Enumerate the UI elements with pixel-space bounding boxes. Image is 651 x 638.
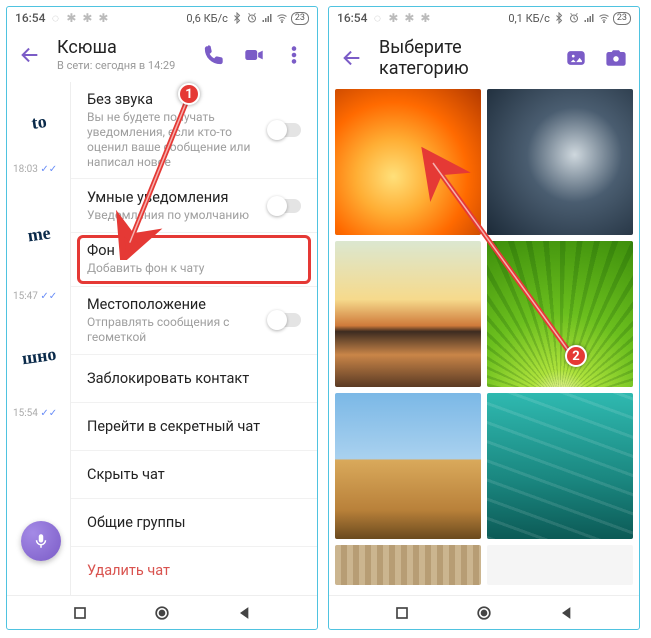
setting-common-groups[interactable]: Общие группы (71, 499, 317, 547)
mic-button[interactable] (21, 521, 61, 561)
bluetooth-icon (553, 12, 565, 24)
bluetooth-icon (231, 12, 243, 24)
android-nav (7, 595, 317, 629)
bg-option-wood[interactable] (335, 545, 481, 585)
bg-option-plain[interactable] (487, 545, 633, 585)
setting-block[interactable]: Заблокировать контакт (71, 355, 317, 403)
back-icon[interactable] (17, 42, 43, 68)
nav-recent-icon[interactable] (70, 603, 90, 623)
aperture-icon: ✱ (97, 12, 109, 24)
sticker: шно (7, 302, 71, 410)
aperture-icon: ✱ (387, 12, 399, 24)
status-dot-icon: ◌ (49, 12, 61, 24)
alarm-icon (568, 12, 580, 24)
clock: 16:54 (15, 11, 45, 25)
wifi-icon (598, 12, 610, 24)
category-header: Выберите категорию (329, 29, 639, 89)
setting-background[interactable]: Фон Добавить фон к чату (71, 233, 317, 287)
toggle[interactable] (269, 199, 301, 213)
setting-secret-chat[interactable]: Перейти в секретный чат (71, 403, 317, 451)
chat-header: Ксюша В сети: сегодня в 14:29 (7, 29, 317, 82)
chat-peek-column: to 18:03 ✓✓ me 15:47 ✓✓ шно 15:54 ✓✓ (7, 82, 71, 595)
video-call-icon[interactable] (241, 42, 267, 68)
setting-delete-chat[interactable]: Удалить чат (71, 547, 317, 595)
last-seen: В сети: сегодня в 14:29 (57, 59, 187, 72)
setting-smart-notifications[interactable]: Умные уведомления Уведомления по умолчан… (71, 179, 317, 233)
call-icon[interactable] (201, 42, 227, 68)
alarm-icon (246, 12, 258, 24)
aperture-icon: ✱ (419, 12, 431, 24)
more-icon[interactable] (281, 42, 307, 68)
phone-right: 16:54 ◌ ✱ ✱ ✱ 0,1 КБ/с 23 Выберите катег… (328, 6, 640, 630)
nav-home-icon[interactable] (474, 603, 494, 623)
page-title: Выберите категорию (379, 37, 549, 79)
clock: 16:54 (337, 11, 367, 25)
bg-option-sunset[interactable] (335, 241, 481, 387)
nav-recent-icon[interactable] (392, 603, 412, 623)
status-dot-icon: ◌ (371, 12, 383, 24)
toggle[interactable] (269, 313, 301, 327)
bg-option-storm[interactable] (487, 89, 633, 235)
android-nav (329, 595, 639, 629)
setting-hide-chat[interactable]: Скрыть чат (71, 451, 317, 499)
battery-icon: 23 (613, 12, 631, 25)
wifi-icon (276, 12, 288, 24)
gallery-icon[interactable] (563, 45, 589, 71)
sticker: me (7, 175, 71, 293)
aperture-icon: ✱ (403, 12, 415, 24)
signal-icon (583, 12, 595, 24)
nav-back-icon[interactable] (235, 603, 255, 623)
back-icon[interactable] (339, 45, 365, 71)
setting-location[interactable]: Местоположение Отправлять сообщения с ге… (71, 287, 317, 355)
bg-option-leaf[interactable] (487, 241, 633, 387)
contact-name: Ксюша (57, 37, 187, 58)
background-grid (329, 89, 639, 585)
settings-panel: Без звука Вы не будете получать уведомле… (71, 82, 317, 595)
sticker: to (7, 82, 71, 166)
bg-option-sea[interactable] (487, 393, 633, 539)
nav-home-icon[interactable] (152, 603, 172, 623)
bg-option-dune[interactable] (335, 393, 481, 539)
aperture-icon: ✱ (65, 12, 77, 24)
status-bar: 16:54 ◌ ✱ ✱ ✱ 0,1 КБ/с 23 (329, 7, 639, 29)
camera-icon[interactable] (603, 45, 629, 71)
battery-icon: 23 (291, 12, 309, 25)
phone-left: 16:54 ◌ ✱ ✱ ✱ 0,6 КБ/с 23 (6, 6, 318, 630)
net-speed: 0,1 КБ/с (508, 12, 550, 25)
callout-badge-2: 2 (565, 345, 587, 367)
net-speed: 0,6 КБ/с (186, 12, 228, 25)
status-bar: 16:54 ◌ ✱ ✱ ✱ 0,6 КБ/с 23 (7, 7, 317, 29)
aperture-icon: ✱ (81, 12, 93, 24)
callout-badge-1: 1 (178, 83, 200, 105)
toggle[interactable] (269, 123, 301, 137)
nav-back-icon[interactable] (557, 603, 577, 623)
bg-option-fire[interactable] (335, 89, 481, 235)
signal-icon (261, 12, 273, 24)
